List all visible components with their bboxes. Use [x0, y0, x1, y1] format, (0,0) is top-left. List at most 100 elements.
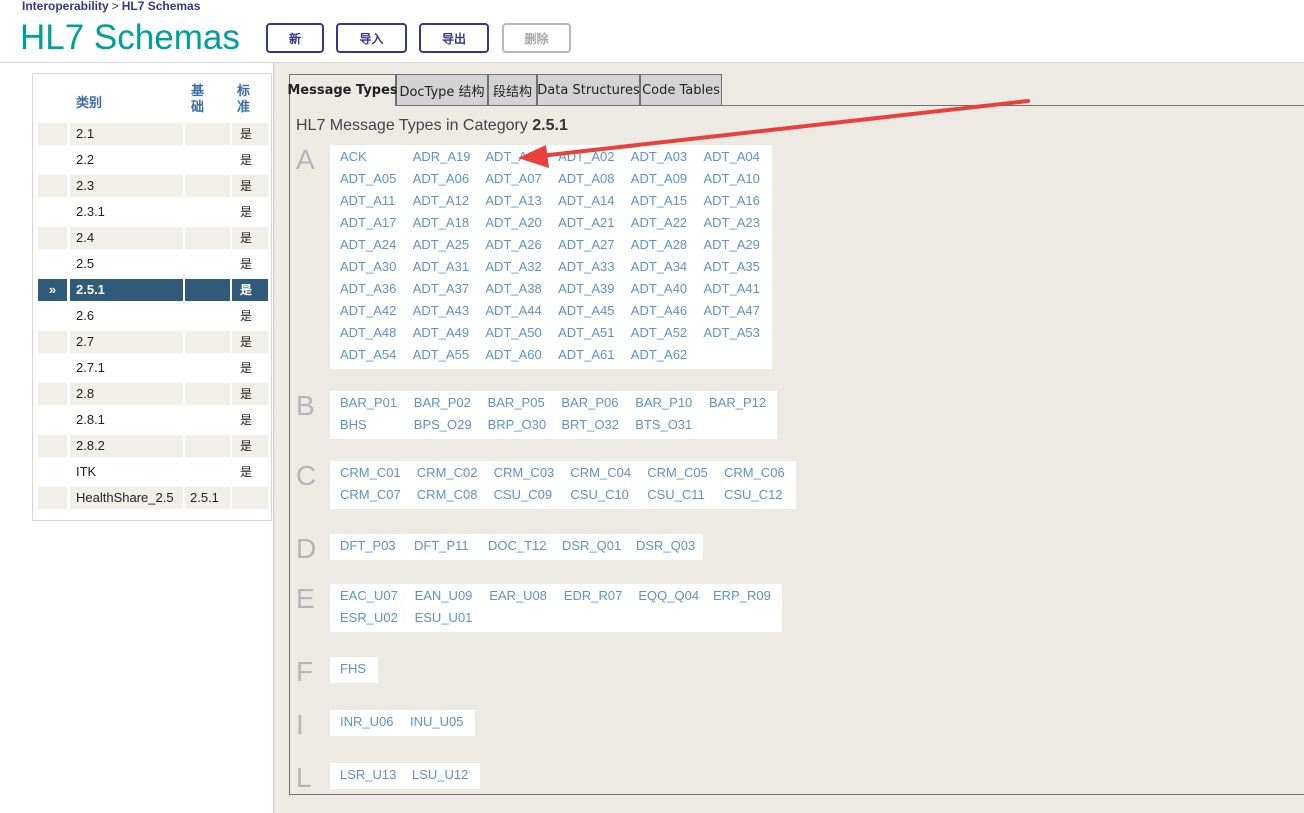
category-row[interactable]: 2.8 是	[38, 383, 268, 405]
category-row[interactable]: 2.4 是	[38, 227, 268, 249]
message-type-link[interactable]: ADT_A12	[413, 193, 469, 208]
message-type-link[interactable]: ADT_A38	[485, 281, 541, 296]
message-type-link[interactable]: CRM_C07	[340, 487, 401, 502]
category-row[interactable]: 2.8.2 是	[38, 435, 268, 457]
tab-data-structures[interactable]: Data Structures	[537, 74, 640, 105]
message-type-link[interactable]: ADT_A27	[558, 237, 614, 252]
category-row[interactable]: 2.7.1 是	[38, 357, 268, 379]
message-type-link[interactable]: ADT_A01	[485, 149, 541, 164]
message-type-link[interactable]: ADT_A13	[485, 193, 541, 208]
message-type-link[interactable]: ADT_A55	[413, 347, 469, 362]
message-type-link[interactable]: FHS	[340, 661, 366, 676]
message-type-link[interactable]: ADT_A41	[704, 281, 760, 296]
tab-doctype-structures[interactable]: DocType 结构	[396, 74, 488, 105]
message-type-link[interactable]: ADT_A28	[631, 237, 687, 252]
message-type-link[interactable]: ADR_A19	[413, 149, 471, 164]
category-row[interactable]: 2.8.1 是	[38, 409, 268, 431]
message-type-link[interactable]: EAR_U08	[489, 588, 547, 603]
message-type-link[interactable]: CRM_C03	[494, 465, 555, 480]
message-type-link[interactable]: ADT_A32	[485, 259, 541, 274]
message-type-link[interactable]: ADT_A45	[558, 303, 614, 318]
message-type-link[interactable]: CRM_C06	[724, 465, 785, 480]
category-row[interactable]: 2.3 是	[38, 175, 268, 197]
category-row[interactable]: 2.3.1 是	[38, 201, 268, 223]
message-type-link[interactable]: ADT_A25	[413, 237, 469, 252]
message-type-link[interactable]: ADT_A44	[485, 303, 541, 318]
message-type-link[interactable]: BAR_P10	[635, 395, 692, 410]
message-type-link[interactable]: EAC_U07	[340, 588, 398, 603]
message-type-link[interactable]: ERP_R09	[713, 588, 771, 603]
message-type-link[interactable]: ADT_A17	[340, 215, 396, 230]
message-type-link[interactable]: ADT_A26	[485, 237, 541, 252]
new-button[interactable]: 新	[266, 23, 324, 53]
message-type-link[interactable]: EDR_R07	[564, 588, 623, 603]
message-type-link[interactable]: ADT_A07	[485, 171, 541, 186]
message-type-link[interactable]: ADT_A08	[558, 171, 614, 186]
message-type-link[interactable]: ADT_A16	[704, 193, 760, 208]
message-type-link[interactable]: ADT_A43	[413, 303, 469, 318]
message-type-link[interactable]: ADT_A05	[340, 171, 396, 186]
message-type-link[interactable]: ADT_A02	[558, 149, 614, 164]
message-type-link[interactable]: CRM_C01	[340, 465, 401, 480]
message-type-link[interactable]: BAR_P06	[561, 395, 618, 410]
message-type-link[interactable]: ADT_A04	[704, 149, 760, 164]
message-type-link[interactable]: ADT_A03	[631, 149, 687, 164]
message-type-link[interactable]: ADT_A21	[558, 215, 614, 230]
message-type-link[interactable]: ADT_A35	[704, 259, 760, 274]
import-button[interactable]: 导入	[336, 23, 407, 53]
message-type-link[interactable]: ADT_A50	[485, 325, 541, 340]
message-type-link[interactable]: ADT_A33	[558, 259, 614, 274]
message-type-link[interactable]: CSU_C09	[494, 487, 553, 502]
message-type-link[interactable]: LSU_U12	[412, 767, 468, 782]
message-type-link[interactable]: EQQ_Q04	[638, 588, 699, 603]
breadcrumb-root[interactable]: Interoperability	[22, 0, 109, 13]
message-type-link[interactable]: CRM_C05	[647, 465, 708, 480]
message-type-link[interactable]: INR_U06	[340, 714, 393, 729]
tab-code-tables[interactable]: Code Tables	[640, 74, 722, 105]
message-type-link[interactable]: ADT_A60	[485, 347, 541, 362]
message-type-link[interactable]: BAR_P12	[709, 395, 766, 410]
message-type-link[interactable]: CRM_C08	[417, 487, 478, 502]
message-type-link[interactable]: ADT_A62	[631, 347, 687, 362]
message-type-link[interactable]: DOC_T12	[488, 538, 547, 553]
message-type-link[interactable]: CSU_C10	[570, 487, 629, 502]
message-type-link[interactable]: ADT_A23	[704, 215, 760, 230]
message-type-link[interactable]: BAR_P05	[488, 395, 545, 410]
message-type-link[interactable]: CSU_C12	[724, 487, 783, 502]
message-type-link[interactable]: DFT_P03	[340, 538, 396, 553]
message-type-link[interactable]: ADT_A24	[340, 237, 396, 252]
message-type-link[interactable]: ADT_A37	[413, 281, 469, 296]
category-row[interactable]: ITK 是	[38, 461, 268, 483]
message-type-link[interactable]: ACK	[340, 149, 367, 164]
message-type-link[interactable]: BRT_O32	[561, 417, 619, 432]
tab-segment-structures[interactable]: 段结构	[488, 74, 537, 105]
message-type-link[interactable]: ADT_A49	[413, 325, 469, 340]
message-type-link[interactable]: ADT_A11	[340, 193, 395, 208]
message-type-link[interactable]: ADT_A18	[413, 215, 469, 230]
category-row[interactable]: HealthShare_2.5 2.5.1	[38, 487, 268, 509]
message-type-link[interactable]: ADT_A46	[631, 303, 687, 318]
message-type-link[interactable]: CSU_C11	[647, 487, 705, 502]
message-type-link[interactable]: BAR_P01	[340, 395, 397, 410]
message-type-link[interactable]: ADT_A14	[558, 193, 614, 208]
message-type-link[interactable]: ADT_A22	[631, 215, 687, 230]
message-type-link[interactable]: ESR_U02	[340, 610, 398, 625]
message-type-link[interactable]: ESU_U01	[415, 610, 473, 625]
message-type-link[interactable]: CRM_C02	[417, 465, 478, 480]
message-type-link[interactable]: ADT_A61	[558, 347, 614, 362]
message-type-link[interactable]: ADT_A36	[340, 281, 396, 296]
message-type-link[interactable]: ADT_A52	[631, 325, 687, 340]
message-type-link[interactable]: BRP_O30	[488, 417, 547, 432]
message-type-link[interactable]: ADT_A06	[413, 171, 469, 186]
message-type-link[interactable]: ADT_A53	[704, 325, 760, 340]
message-type-link[interactable]: ADT_A09	[631, 171, 687, 186]
message-type-link[interactable]: ADT_A15	[631, 193, 687, 208]
message-type-link[interactable]: ADT_A29	[704, 237, 760, 252]
message-type-link[interactable]: ADT_A20	[485, 215, 541, 230]
message-type-link[interactable]: ADT_A40	[631, 281, 687, 296]
message-type-link[interactable]: ADT_A30	[340, 259, 396, 274]
message-type-link[interactable]: DSR_Q01	[562, 538, 621, 553]
message-type-link[interactable]: INU_U05	[410, 714, 463, 729]
message-type-link[interactable]: DFT_P11	[414, 538, 469, 553]
category-row[interactable]: 2.7 是	[38, 331, 268, 353]
